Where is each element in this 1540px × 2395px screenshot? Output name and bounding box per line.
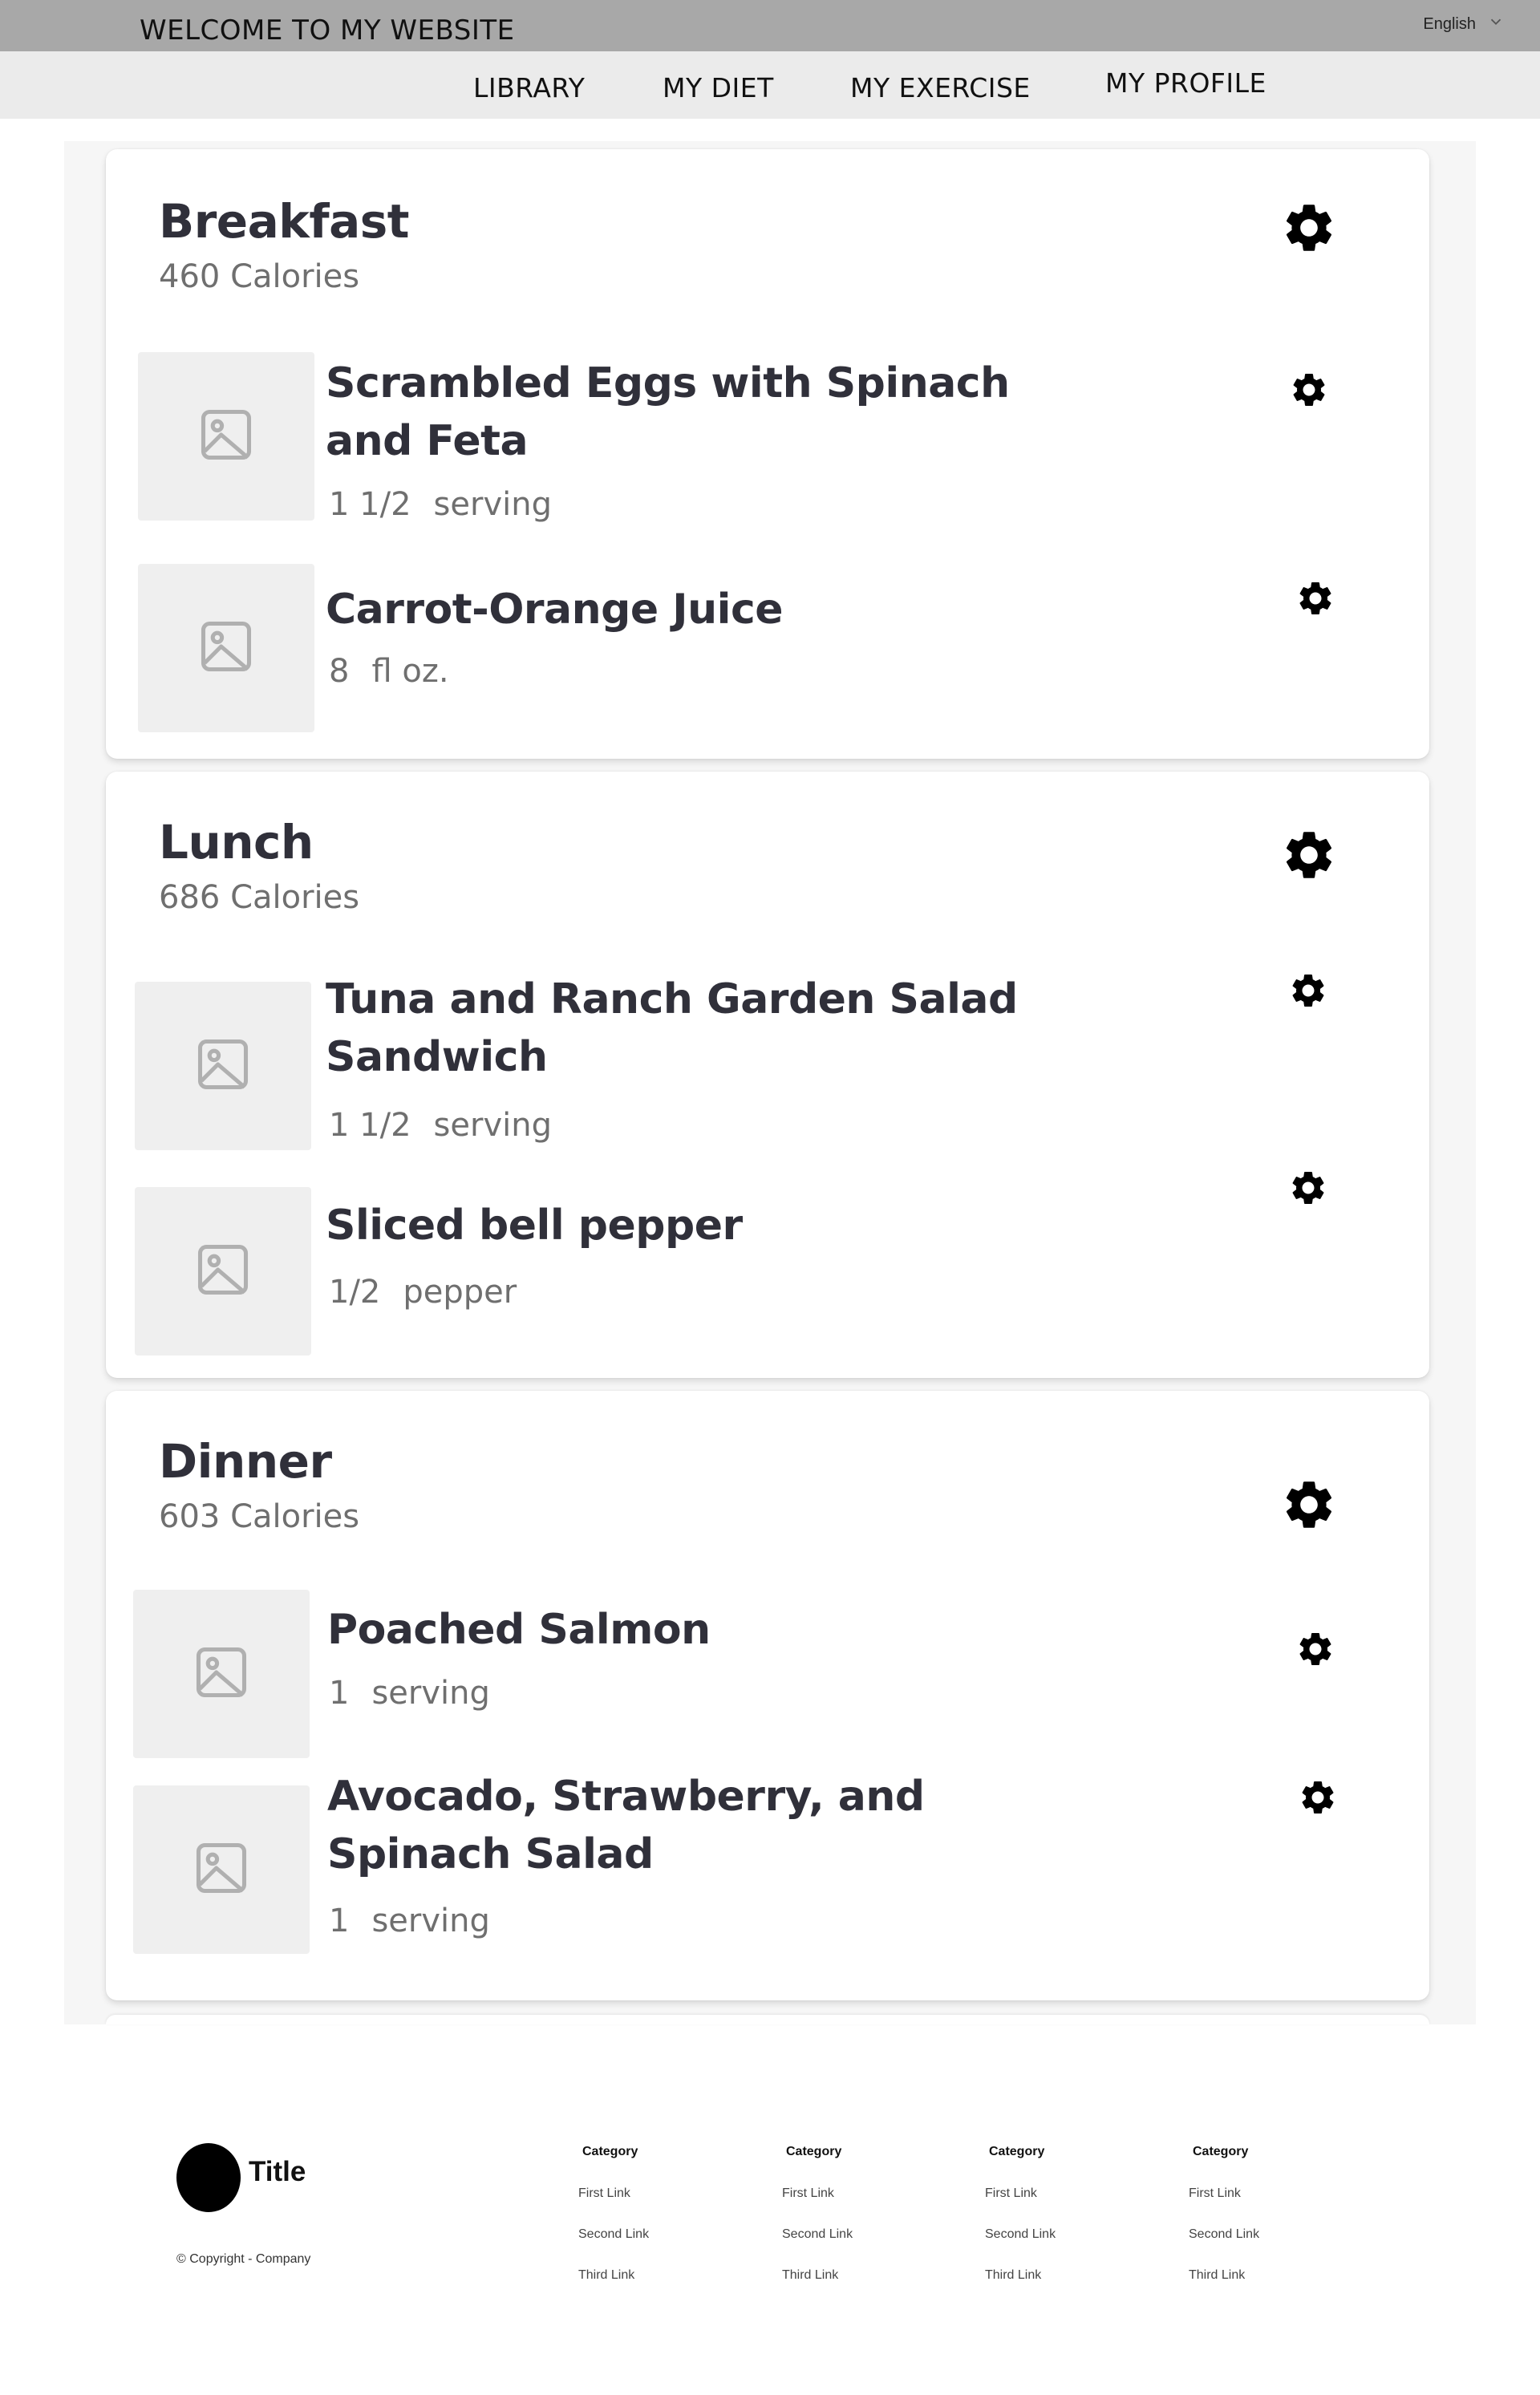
image-placeholder-icon — [192, 1034, 253, 1099]
nav-my-exercise[interactable]: MY EXERCISE — [850, 72, 1031, 103]
footer-category: Category — [1193, 2145, 1249, 2158]
footer-link[interactable]: Third Link — [578, 2268, 634, 2283]
footer-category: Category — [786, 2145, 842, 2158]
food-image — [138, 352, 314, 521]
footer-title: Title — [249, 2156, 306, 2187]
footer-link[interactable]: Third Link — [985, 2268, 1041, 2283]
nav-my-diet[interactable]: MY DIET — [663, 72, 774, 103]
gear-icon[interactable] — [1280, 826, 1338, 884]
food-name[interactable]: Carrot-Orange Juice — [326, 581, 1048, 638]
gear-icon[interactable] — [1295, 578, 1335, 618]
image-placeholder-icon — [192, 1239, 253, 1304]
meal-card-lunch: Lunch 686 Calories Tuna and Ranch Garden… — [106, 772, 1429, 1378]
footer-link[interactable]: First Link — [782, 2186, 834, 2201]
footer-link[interactable]: Second Link — [985, 2227, 1056, 2242]
food-quantity: 1 1/2 serving — [329, 1107, 552, 1144]
food-image — [133, 1590, 310, 1758]
food-unit: serving — [371, 1675, 490, 1712]
footer-link[interactable]: Third Link — [1189, 2268, 1245, 2283]
footer-logo — [176, 2143, 241, 2212]
language-select[interactable]: English — [1423, 13, 1505, 35]
food-name[interactable]: Scrambled Eggs with Spinach and Feta — [326, 355, 1048, 470]
meal-calories: 460 Calories — [159, 258, 360, 295]
gear-icon[interactable] — [1288, 971, 1328, 1011]
chevron-down-icon — [1487, 13, 1505, 35]
food-amount: 1/2 — [329, 1274, 381, 1311]
food-amount: 1 1/2 — [329, 486, 411, 523]
food-quantity: 1 1/2 serving — [329, 486, 552, 523]
footer-link[interactable]: Second Link — [578, 2227, 649, 2242]
meal-title: Breakfast — [159, 194, 409, 249]
food-image — [138, 564, 314, 732]
food-unit: serving — [371, 1903, 490, 1939]
image-placeholder-icon — [196, 404, 257, 469]
food-name[interactable]: Tuna and Ranch Garden Salad Sandwich — [326, 971, 1048, 1086]
food-amount: 1 — [329, 1675, 350, 1712]
gear-icon[interactable] — [1298, 1777, 1338, 1818]
food-unit: serving — [433, 486, 552, 523]
meal-title: Dinner — [159, 1434, 332, 1489]
gear-icon[interactable] — [1280, 1476, 1338, 1534]
food-name[interactable]: Sliced bell pepper — [326, 1197, 1048, 1254]
food-image — [135, 982, 311, 1150]
meal-card-breakfast: Breakfast 460 Calories Scrambled Eggs wi… — [106, 149, 1429, 759]
meal-calories: 603 Calories — [159, 1498, 360, 1535]
gear-icon[interactable] — [1288, 1168, 1328, 1208]
food-amount: 8 — [329, 653, 350, 690]
footer-category: Category — [582, 2145, 638, 2158]
food-name[interactable]: Poached Salmon — [327, 1601, 1049, 1659]
gear-icon[interactable] — [1289, 370, 1329, 410]
meal-title: Lunch — [159, 815, 314, 869]
food-unit: serving — [433, 1107, 552, 1144]
food-amount: 1 — [329, 1903, 350, 1939]
nav-bar: LIBRARY MY DIET MY EXERCISE MY PROFILE — [0, 51, 1540, 119]
nav-library[interactable]: LIBRARY — [473, 72, 585, 103]
gear-icon[interactable] — [1280, 199, 1338, 257]
image-placeholder-icon — [196, 616, 257, 681]
food-amount: 1 1/2 — [329, 1107, 411, 1144]
image-placeholder-icon — [191, 1642, 252, 1707]
footer-link[interactable]: First Link — [1189, 2186, 1241, 2201]
nav-my-profile[interactable]: MY PROFILE — [1105, 67, 1266, 99]
footer-link[interactable]: Third Link — [782, 2268, 838, 2283]
food-name[interactable]: Avocado, Strawberry, and Spinach Salad — [327, 1768, 1049, 1883]
language-label: English — [1423, 14, 1476, 33]
food-quantity: 8 fl oz. — [329, 653, 449, 690]
food-quantity: 1 serving — [329, 1675, 490, 1712]
meal-card-partial — [106, 2015, 1429, 2024]
food-image — [133, 1785, 310, 1954]
image-placeholder-icon — [191, 1838, 252, 1903]
footer-link[interactable]: First Link — [578, 2186, 630, 2201]
food-image — [135, 1187, 311, 1356]
footer-category: Category — [989, 2145, 1045, 2158]
food-quantity: 1 serving — [329, 1903, 490, 1939]
meal-card-dinner: Dinner 603 Calories Poached Salmon 1 serv… — [106, 1391, 1429, 2000]
site-title: WELCOME TO MY WEBSITE — [140, 14, 515, 47]
footer-copyright: © Copyright - Company — [176, 2252, 311, 2266]
top-bar: WELCOME TO MY WEBSITE English — [0, 0, 1540, 51]
footer-link[interactable]: Second Link — [1189, 2227, 1259, 2242]
gear-icon[interactable] — [1295, 1629, 1335, 1669]
food-quantity: 1/2 pepper — [329, 1274, 517, 1311]
food-unit: fl oz. — [371, 653, 449, 690]
food-unit: pepper — [403, 1274, 517, 1311]
footer-link[interactable]: First Link — [985, 2186, 1037, 2201]
footer-link[interactable]: Second Link — [782, 2227, 853, 2242]
meal-calories: 686 Calories — [159, 879, 360, 916]
